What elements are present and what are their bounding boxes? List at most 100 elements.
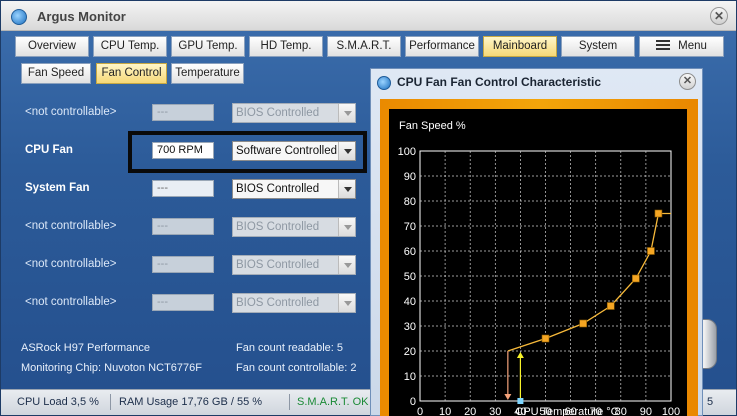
board-name: ASRock H97 Performance <box>21 342 150 354</box>
y-tick-label: 30 <box>404 321 416 333</box>
tab-smart[interactable]: S.M.A.R.T. <box>327 36 401 57</box>
chevron-down-icon <box>338 294 355 312</box>
subtab-fan-speed[interactable]: Fan Speed <box>21 63 91 84</box>
fan-characteristic-dialog: CPU Fan Fan Control Characteristic ✕ Fan… <box>370 68 703 416</box>
fan-name: <not controllable> <box>25 258 117 270</box>
fan-mode-value: BIOS Controlled <box>236 297 320 309</box>
current-temp-marker <box>517 398 524 404</box>
chart-frame: Fan Speed % CPU Temperature °C 0 10 20 30 40… <box>380 99 698 416</box>
fan-mode-value: BIOS Controlled <box>236 107 320 119</box>
fan-row: <not controllable> --- BIOS Controlled <box>11 102 373 124</box>
app-logo-icon <box>377 76 391 90</box>
y-tick-label: 60 <box>404 246 416 258</box>
fan-name: System Fan <box>25 182 90 194</box>
fan-rpm-field: --- <box>152 180 214 197</box>
curve-control-point <box>541 334 550 343</box>
fan-count-controllable: Fan count controllable: 2 <box>236 362 357 374</box>
tab-system[interactable]: System <box>561 36 635 57</box>
fan-row: <not controllable> --- BIOS Controlled <box>11 292 373 314</box>
fan-mode-dropdown: BIOS Controlled <box>232 293 356 313</box>
y-tick-label: 50 <box>404 271 416 283</box>
x-tick-label: 70 <box>590 406 602 416</box>
dialog-title: CPU Fan Fan Control Characteristic <box>397 75 602 89</box>
ram-usage-status: RAM Usage 17,76 GB / 55 % <box>119 396 263 408</box>
x-tick-label: 30 <box>489 406 501 416</box>
fan-curve-chart[interactable]: Fan Speed % CPU Temperature °C 0 10 20 30 40… <box>389 109 687 416</box>
window-title: Argus Monitor <box>37 9 126 24</box>
fan-name: <not controllable> <box>25 106 117 118</box>
fan-name: <not controllable> <box>25 220 117 232</box>
fan-row-system: System Fan --- BIOS Controlled <box>11 178 373 200</box>
curve-control-point <box>647 247 655 255</box>
fan-mode-value: BIOS Controlled <box>236 183 320 195</box>
fan-mode-value: BIOS Controlled <box>236 221 320 233</box>
down-arrow-icon <box>504 394 512 400</box>
fan-mode-dropdown: BIOS Controlled <box>232 255 356 275</box>
fan-curve-line <box>507 212 671 352</box>
fan-mode-dropdown: BIOS Controlled <box>232 103 356 123</box>
subtab-fan-control[interactable]: Fan Control <box>96 63 167 84</box>
tab-performance[interactable]: Performance <box>405 36 479 57</box>
chevron-down-icon <box>338 218 355 236</box>
y-tick-label: 40 <box>404 296 416 308</box>
y-tick-label: 90 <box>404 171 416 183</box>
x-tick-label: 10 <box>439 406 451 416</box>
y-tick-label: 20 <box>404 346 416 358</box>
fan-rpm-field: --- <box>152 104 214 121</box>
chart-svg: Fan Speed % CPU Temperature °C 0 10 20 30 40… <box>398 120 681 416</box>
fan-name: <not controllable> <box>25 296 117 308</box>
fan-rpm-field: --- <box>152 218 214 235</box>
fan-row: <not controllable> --- BIOS Controlled <box>11 254 373 276</box>
fan-mode-dropdown: BIOS Controlled <box>232 217 356 237</box>
cpu-load-status: CPU Load 3,5 % <box>17 396 99 408</box>
fan-mode-dropdown[interactable]: BIOS Controlled <box>232 179 356 199</box>
dialog-title-bar[interactable]: CPU Fan Fan Control Characteristic ✕ <box>371 69 702 95</box>
curve-control-point <box>632 274 640 283</box>
curve-control-point <box>606 302 615 310</box>
x-tick-label: 50 <box>539 406 551 416</box>
tab-mainboard[interactable]: Mainboard <box>483 36 557 57</box>
y-tick-label: 70 <box>404 221 416 233</box>
x-tick-label: 60 <box>564 406 576 416</box>
y-axis-label: Fan Speed % <box>399 120 466 132</box>
curve-control-point <box>579 319 587 328</box>
y-tick-label: 100 <box>398 146 416 158</box>
fan-rpm-field: --- <box>152 256 214 273</box>
y-tick-label: 10 <box>404 371 416 383</box>
x-tick-label: 80 <box>615 406 627 416</box>
app-logo-icon <box>11 9 27 25</box>
x-tick-label: 40 <box>514 406 526 416</box>
fan-mode-value: BIOS Controlled <box>236 259 320 271</box>
close-button[interactable]: ✕ <box>679 73 696 90</box>
monitoring-chip: Monitoring Chip: Nuvoton NCT6776F <box>21 362 202 374</box>
up-arrow-icon <box>516 352 524 358</box>
status-right-fragment: 5 <box>707 396 714 408</box>
tab-gpu-temp[interactable]: GPU Temp. <box>171 36 245 57</box>
hamburger-icon <box>656 40 671 50</box>
x-tick-label: 100 <box>662 406 680 416</box>
y-tick-label: 0 <box>410 396 416 408</box>
curve-control-point <box>654 209 663 218</box>
status-divider <box>110 394 111 410</box>
chevron-down-icon <box>338 104 355 122</box>
chevron-down-icon <box>338 256 355 274</box>
fan-rpm-field: --- <box>152 294 214 311</box>
tab-overview[interactable]: Overview <box>15 36 89 57</box>
cpu-fan-highlight-box <box>128 131 367 173</box>
title-bar: Argus Monitor ✕ <box>1 1 736 31</box>
close-button[interactable]: ✕ <box>710 7 728 25</box>
status-divider <box>289 394 290 410</box>
y-tick-label: 80 <box>404 196 416 208</box>
subtab-temperature[interactable]: Temperature <box>171 63 244 84</box>
menu-button[interactable]: Menu <box>639 36 724 57</box>
fan-count-readable: Fan count readable: 5 <box>236 342 344 354</box>
tab-cpu-temp[interactable]: CPU Temp. <box>93 36 167 57</box>
tab-hd-temp[interactable]: HD Temp. <box>249 36 323 57</box>
fan-row: <not controllable> --- BIOS Controlled <box>11 216 373 238</box>
x-tick-label: 0 <box>417 406 423 416</box>
x-tick-label: 20 <box>464 406 476 416</box>
chevron-down-icon[interactable] <box>338 180 355 198</box>
fan-name: CPU Fan <box>25 144 73 156</box>
smart-status: S.M.A.R.T. OK <box>297 396 369 408</box>
menu-label: Menu <box>678 40 707 52</box>
